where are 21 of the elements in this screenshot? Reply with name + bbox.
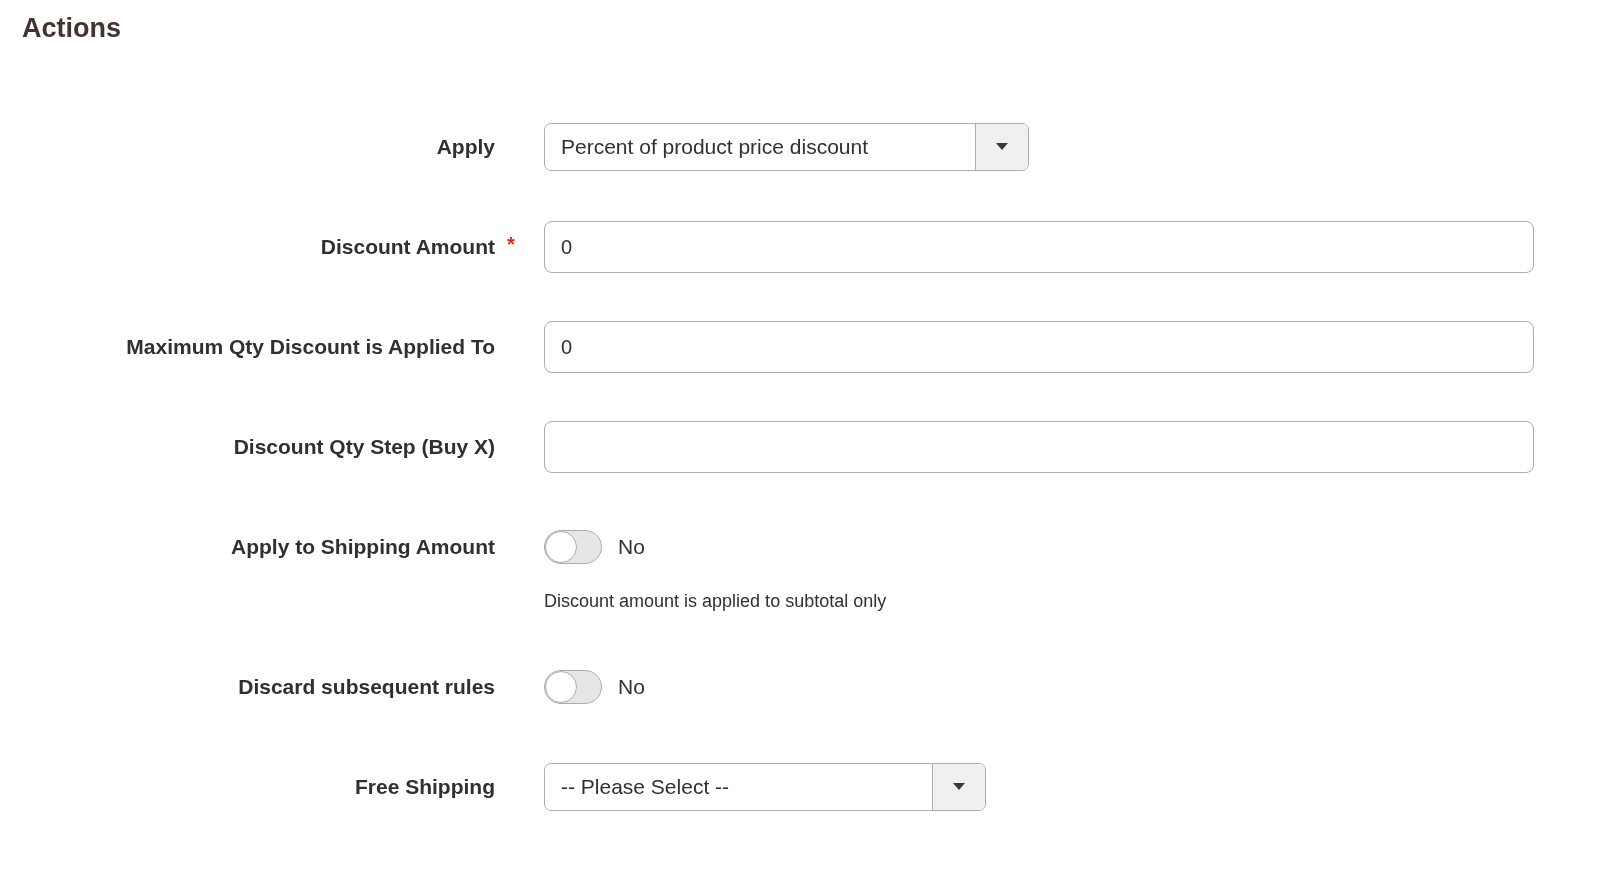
field-label: Discount Amount (320, 235, 495, 259)
caret-icon (996, 143, 1008, 151)
input-field[interactable]: 0 (544, 321, 1534, 373)
field-label: Apply to Shipping Amount (231, 535, 495, 559)
required-mark: * (507, 232, 515, 256)
field-label: Apply (436, 135, 495, 159)
input-field[interactable] (544, 421, 1534, 473)
toggle-state: No (618, 675, 645, 699)
select-field[interactable]: Percent of product price discount (544, 123, 1029, 171)
caret-icon (953, 783, 965, 791)
select-field[interactable]: -- Please Select -- (544, 763, 986, 811)
toggle-state: No (618, 535, 645, 559)
field-label: Free Shipping (355, 775, 495, 799)
field-label: Discard subsequent rules (238, 675, 495, 699)
section-title: Actions (22, 12, 121, 44)
toggle-switch[interactable] (544, 670, 602, 704)
field-label: Discount Qty Step (Buy X) (233, 435, 495, 459)
field-note: Discount amount is applied to subtotal only (544, 591, 887, 613)
toggle-switch[interactable] (544, 530, 602, 564)
field-label: Maximum Qty Discount is Applied To (126, 335, 495, 359)
input-field[interactable]: 0 (544, 221, 1534, 273)
